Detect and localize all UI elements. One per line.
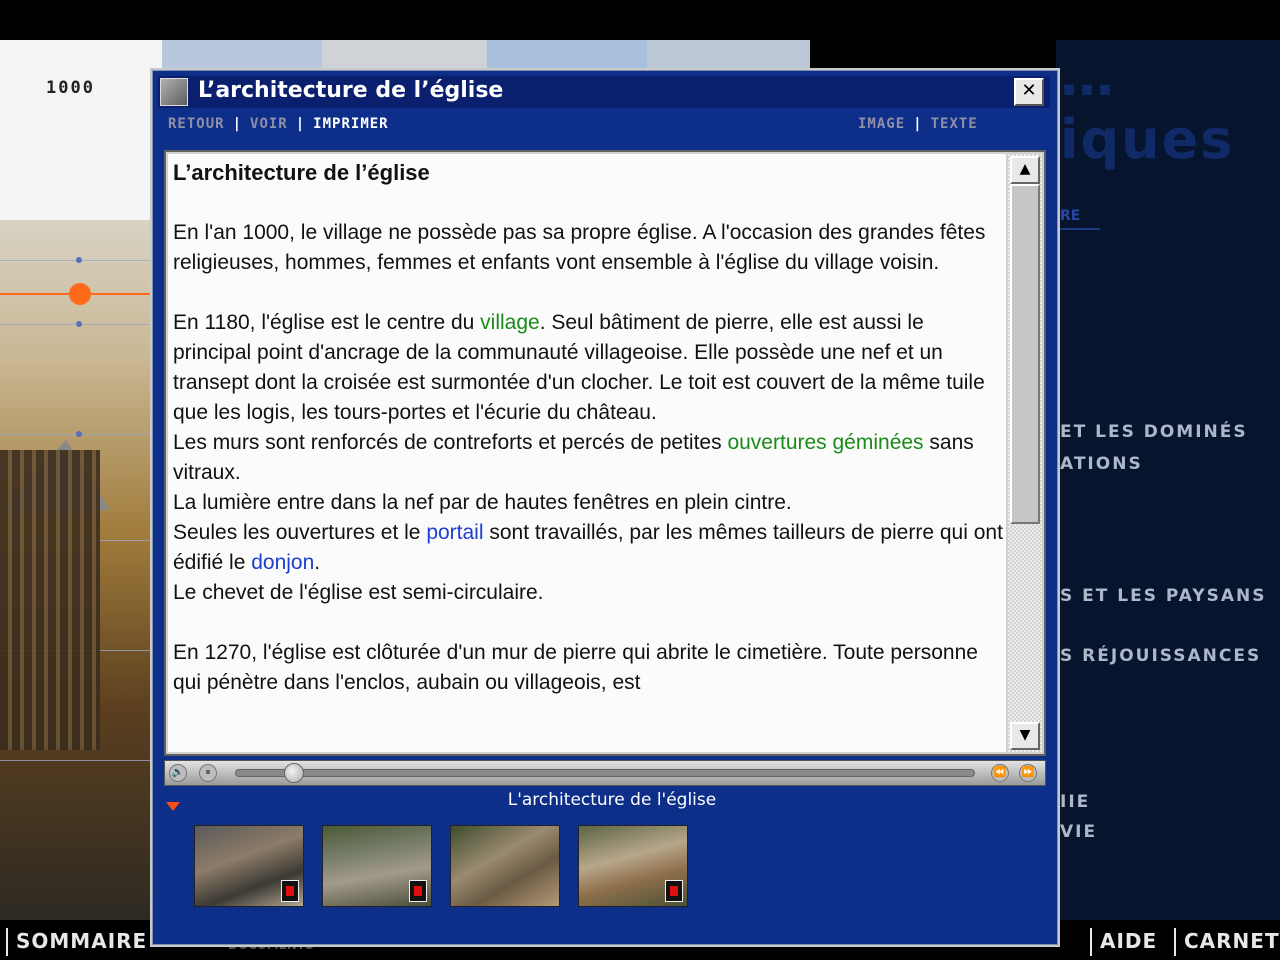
timeline-panel (0, 40, 162, 220)
vertical-scrollbar[interactable]: ▲ ▼ (1008, 154, 1042, 752)
right-menu-item-3[interactable]: S ET LES PAYSANS (1060, 586, 1267, 606)
voir-button[interactable]: VOIR (250, 116, 288, 132)
dialog-toolbar: RETOUR | VOIR | IMPRIMER (168, 116, 389, 136)
forward-icon[interactable]: ⏩ (1019, 764, 1037, 782)
media-controls: 🔊 ⏸ ⏪ ⏩ (164, 760, 1046, 786)
video-icon (665, 880, 683, 902)
view-toggle: IMAGE | TEXTE (858, 116, 978, 132)
section-title: …iques (1060, 45, 1235, 171)
thumbnail-4[interactable] (578, 825, 688, 907)
portail-link[interactable]: portail (426, 521, 483, 544)
content-heading: L’architecture de l’église (173, 160, 430, 185)
donjon-link[interactable]: donjon (251, 551, 314, 574)
imprimer-button[interactable]: IMPRIMER (313, 116, 388, 132)
timeline-current-marker[interactable] (69, 283, 91, 305)
timeline-strip-4 (647, 40, 810, 70)
paragraph-1: En l'an 1000, le village ne possède pas … (173, 221, 986, 274)
document-dialog: L’architecture de l’église ✕ RETOUR | VOIR… (150, 68, 1060, 947)
timeline-strip-1 (162, 40, 322, 70)
paragraph-3: En 1270, l'église est clôturée d'un mur … (173, 641, 978, 694)
text-span: Les murs sont renforcés de contreforts e… (173, 431, 728, 454)
text-span: En 1180, l'église est le centre du (173, 311, 481, 334)
right-menu-item-6[interactable]: VIE (1060, 822, 1097, 842)
texte-button[interactable]: TEXTE (931, 116, 978, 132)
timeline-year[interactable]: 1000 (46, 78, 95, 98)
timeline-strip-2 (322, 40, 487, 70)
toolbar-separator: | (913, 116, 923, 132)
toolbar-separator: | (295, 116, 306, 132)
village-link[interactable]: village (480, 311, 540, 334)
sommaire-button[interactable]: SOMMAIRE (6, 928, 147, 956)
thumbnail-3[interactable] (450, 825, 560, 907)
tower-image (0, 450, 100, 750)
dialog-titlebar[interactable]: L’architecture de l’église ✕ (158, 76, 1050, 108)
right-menu-item-2[interactable]: ATIONS (1060, 454, 1143, 474)
text-span: Le chevet de l'église est semi-circulair… (173, 581, 544, 604)
carnet-button[interactable]: CARNET (1174, 928, 1280, 956)
paragraph-2: En 1180, l'église est le centre du villa… (173, 308, 1006, 608)
retour-button[interactable]: RETOUR (168, 116, 225, 132)
timeline-strip-3 (487, 40, 647, 70)
right-menu-item-1[interactable]: ET LES DOMINÉS (1060, 422, 1248, 442)
ouvertures-link[interactable]: ouvertures géminées (727, 431, 923, 454)
video-icon (409, 880, 427, 902)
pause-icon[interactable]: ⏸ (199, 764, 217, 782)
thumbnail-2[interactable] (322, 825, 432, 907)
image-button[interactable]: IMAGE (858, 116, 905, 132)
right-menu-panel (1056, 40, 1280, 920)
text-frame: L’architecture de l’église En l'an 1000,… (164, 150, 1046, 756)
dialog-title: L’architecture de l’église (198, 78, 504, 103)
toolbar-separator: | (232, 116, 243, 132)
scroll-up-button[interactable]: ▲ (1010, 156, 1040, 184)
progress-knob[interactable] (284, 763, 305, 783)
thumbnail-1[interactable] (194, 825, 304, 907)
text-span: . (314, 551, 321, 574)
rewind-icon[interactable]: ⏪ (991, 764, 1009, 782)
scroll-down-button[interactable]: ▼ (1010, 722, 1040, 750)
sound-icon[interactable]: 🔊 (169, 764, 187, 782)
text-span: La lumière entre dans la nef par de haut… (173, 491, 792, 514)
right-menu-link[interactable]: RE (1060, 208, 1100, 230)
text-span: Seules les ouvertures et le (173, 521, 427, 544)
close-button[interactable]: ✕ (1014, 78, 1044, 106)
right-menu-item-4[interactable]: S RÉJOUISSANCES (1060, 646, 1261, 666)
app-icon (160, 78, 188, 106)
scroll-thumb[interactable] (1010, 184, 1040, 524)
text-content[interactable]: L’architecture de l’église En l'an 1000,… (168, 154, 1006, 752)
progress-track[interactable] (235, 769, 975, 777)
video-icon (281, 880, 299, 902)
aide-button[interactable]: AIDE (1090, 928, 1157, 956)
media-caption: L'architecture de l'église (507, 790, 717, 810)
